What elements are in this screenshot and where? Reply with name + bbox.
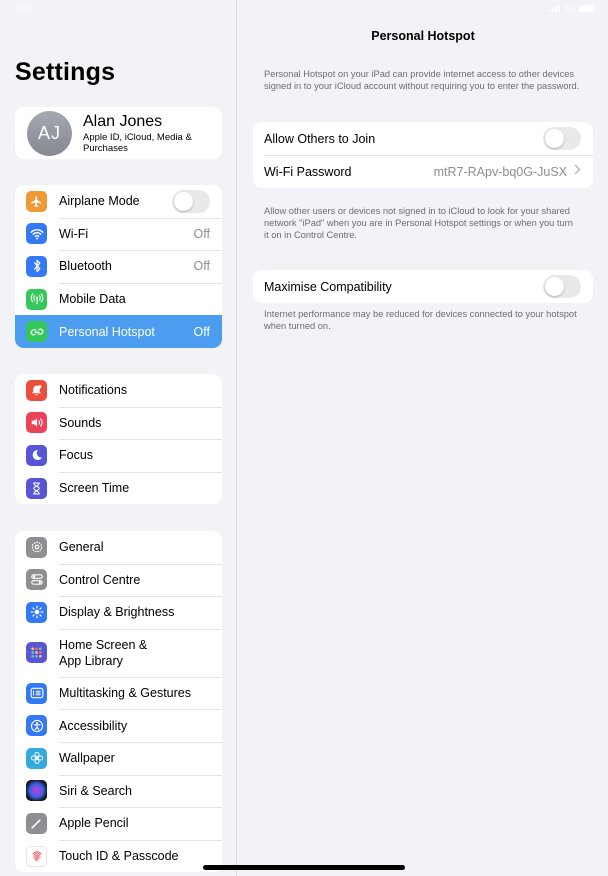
gear-icon (26, 536, 47, 558)
sidebar-item-label: Personal Hotspot (59, 324, 155, 339)
sidebar-item-label: Control Centre (59, 572, 141, 587)
allow-others-label: Allow Others to Join (264, 131, 376, 146)
sidebar-item-siri-search[interactable]: Siri & Search (15, 774, 222, 808)
wifi-password-label: Wi-Fi Password (264, 164, 352, 179)
profile-name: Alan Jones (83, 113, 163, 130)
detail-title: Personal Hotspot (371, 29, 475, 43)
status-time: 10:00 (14, 4, 35, 13)
sidebar-item-label: Focus (59, 448, 94, 463)
sidebar-item-wallpaper[interactable]: Wallpaper (15, 741, 222, 775)
accessibility-icon (26, 715, 47, 737)
connectivity-group: Airplane Mode Wi-Fi Off Bluetooth Off Mo… (15, 185, 222, 348)
sidebar-item-personal-hotspot[interactable]: Personal Hotspot Off (15, 315, 222, 348)
hotspot-icon (26, 321, 47, 343)
sidebar-item-label: Sounds (59, 415, 102, 430)
compatibility-note: Internet performance may be reduced for … (264, 309, 577, 331)
sidebar-item-label: Siri & Search (59, 783, 132, 798)
battery-icon (579, 5, 594, 12)
sidebar-item-label: Wallpaper (59, 751, 115, 766)
signal-icon (549, 5, 561, 12)
sidebar-item-control-centre[interactable]: Control Centre (15, 563, 222, 597)
allow-others-note: Allow other users or devices not signed … (264, 206, 573, 240)
pencil-icon (26, 812, 47, 834)
compatibility-group: Maximise Compatibility (253, 270, 593, 303)
sidebar-item-label: Notifications (59, 383, 128, 398)
sidebar-item-label: Accessibility (59, 718, 128, 733)
sidebar-item-apple-pencil[interactable]: Apple Pencil (15, 807, 222, 840)
sidebar-item-label: Airplane Mode (59, 194, 140, 209)
sidebar-item-notifications[interactable]: Notifications (15, 374, 222, 407)
status-bar: 10:00 5G (0, 0, 608, 16)
sidebar-item-label: Multitasking & Gestures (59, 686, 191, 701)
sidebar-item-label: Display & Brightness (59, 605, 175, 620)
speaker-icon (26, 412, 47, 434)
fingerprint-icon (26, 845, 47, 867)
sidebar-item-focus[interactable]: Focus (15, 439, 222, 472)
sidebar-item-display-brightness[interactable]: Display & Brightness (15, 596, 222, 629)
sun-icon (26, 601, 47, 623)
bluetooth-icon (26, 255, 47, 277)
grid-icon (26, 642, 47, 664)
bell-icon (26, 379, 47, 401)
sidebar-item-label: Bluetooth (59, 259, 112, 274)
sidebar-item-multitasking[interactable]: Multitasking & Gestures (15, 676, 222, 710)
sidebar-item-general[interactable]: General (15, 531, 222, 564)
status-right: 5G (549, 4, 594, 13)
moon-icon (26, 444, 47, 466)
sidebar-item-bluetooth[interactable]: Bluetooth Off (15, 250, 222, 283)
sidebar-item-label: Home Screen & App Library (59, 637, 147, 669)
hotspot-status: Off (193, 324, 210, 339)
sidebar-item-label: Wi-Fi (59, 226, 89, 241)
flower-icon (26, 747, 47, 769)
home-screen-label-line1: Home Screen & (59, 637, 148, 652)
sidebar-item-label: Screen Time (59, 481, 130, 496)
siri-icon (26, 780, 47, 802)
maximise-compatibility-row[interactable]: Maximise Compatibility (253, 270, 593, 303)
hotspot-intro-text: Personal Hotspot on your iPad can provid… (264, 69, 580, 91)
profile-card[interactable]: AJ Alan Jones Apple ID, iCloud, Media & … (15, 107, 222, 159)
wifi-status: Off (193, 226, 210, 241)
wifi-password-value: mtR7-RApv-bq0G-JuSX (433, 164, 567, 179)
sidebar-item-label: General (59, 540, 104, 555)
settings-sidebar: Settings AJ Alan Jones Apple ID, iCloud,… (0, 0, 237, 876)
personal-hotspot-detail: Personal Hotspot Personal Hotspot on you… (238, 0, 608, 876)
sidebar-item-touch-id[interactable]: Touch ID & Passcode (15, 839, 222, 873)
notifications-group: Notifications Sounds Focus Screen Time (15, 374, 222, 505)
hotspot-settings-group: Allow Others to Join Wi-Fi Password mtR7… (253, 122, 593, 188)
profile-subtitle: Apple ID, iCloud, Media & Purchases (83, 132, 192, 154)
wifi-icon (26, 223, 47, 245)
multitasking-icon (26, 682, 47, 704)
sidebar-item-mobile-data[interactable]: Mobile Data (15, 282, 222, 316)
sidebar-item-sounds[interactable]: Sounds (15, 406, 222, 440)
home-screen-label-line2: App Library (59, 653, 123, 668)
sidebar-item-wifi[interactable]: Wi-Fi Off (15, 217, 222, 251)
sidebar-item-label: Apple Pencil (59, 816, 129, 831)
avatar: AJ (27, 111, 72, 156)
sidebar-item-screen-time[interactable]: Screen Time (15, 471, 222, 505)
sidebar-item-label: Touch ID & Passcode (59, 849, 179, 864)
antenna-icon (26, 288, 47, 310)
allow-others-toggle[interactable] (543, 127, 581, 150)
switches-icon (26, 569, 47, 591)
home-indicator[interactable] (203, 865, 405, 870)
maximise-compatibility-toggle[interactable] (543, 275, 581, 298)
bluetooth-status: Off (193, 259, 210, 274)
airplane-icon (26, 190, 47, 212)
page-title: Settings (15, 58, 116, 86)
hourglass-icon (26, 477, 47, 499)
chevron-right-icon (574, 164, 581, 178)
allow-others-row[interactable]: Allow Others to Join (253, 122, 593, 155)
wifi-password-row[interactable]: Wi-Fi Password mtR7-RApv-bq0G-JuSX (253, 155, 593, 188)
general-group: General Control Centre Display & Brightn… (15, 531, 222, 873)
sidebar-item-label: Mobile Data (59, 292, 126, 307)
maximise-compatibility-label: Maximise Compatibility (264, 279, 392, 294)
sidebar-item-home-screen[interactable]: Home Screen & App Library (15, 628, 222, 677)
airplane-mode-toggle[interactable] (172, 189, 210, 213)
network-label: 5G (564, 4, 575, 13)
sidebar-item-airplane-mode[interactable]: Airplane Mode (15, 185, 222, 218)
sidebar-item-accessibility[interactable]: Accessibility (15, 709, 222, 742)
